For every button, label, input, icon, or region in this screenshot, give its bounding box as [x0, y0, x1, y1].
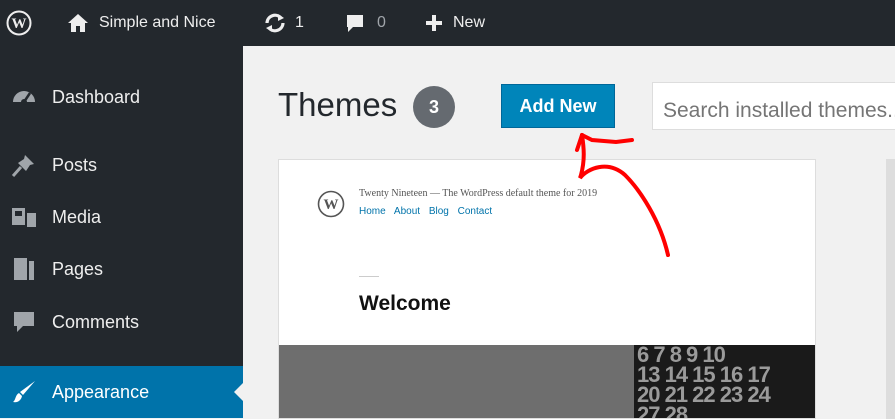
theme-nav-link: Home	[359, 206, 386, 217]
sidebar-item-label: Comments	[52, 311, 140, 332]
comments-count: 0	[377, 14, 386, 31]
admin-bar: W Simple and Nice 1 0 New	[0, 0, 895, 46]
svg-text:W: W	[12, 16, 27, 32]
new-content-link[interactable]: New	[425, 0, 485, 46]
admin-sidebar: Dashboard Posts Media Pages Comments App…	[0, 46, 243, 418]
comment-icon	[10, 308, 38, 336]
sidebar-item-label: Appearance	[52, 381, 150, 402]
site-name: Simple and Nice	[99, 14, 216, 31]
sidebar-item-label: Pages	[52, 258, 104, 279]
new-label: New	[453, 14, 486, 31]
pages-icon	[10, 255, 38, 283]
wordpress-logo-icon: W	[6, 10, 32, 36]
theme-card-twenty-nineteen[interactable]: W Twenty Nineteen — The WordPress defaul…	[278, 159, 816, 419]
main-content: Themes 3 Add New W Twenty Nineteen — The…	[243, 46, 895, 419]
wordpress-logo-icon: W	[317, 190, 345, 218]
home-icon	[68, 14, 88, 32]
site-name-link[interactable]: Simple and Nice	[67, 0, 216, 46]
updates-count: 1	[295, 14, 304, 31]
divider	[359, 276, 379, 277]
svg-text:W: W	[324, 197, 339, 213]
theme-featured-image: 6 7 8 9 10 13 14 15 16 17 20 21 22 23 24 27…	[279, 342, 815, 419]
sidebar-item-label: Dashboard	[52, 86, 141, 107]
updates-icon	[265, 13, 285, 33]
next-theme-card-edge	[886, 159, 895, 419]
dashboard-icon	[10, 83, 38, 111]
add-new-button[interactable]: Add New	[501, 84, 615, 128]
page-title: Themes	[278, 86, 398, 123]
sidebar-item-label: Media	[52, 206, 102, 227]
theme-welcome-heading: Welcome	[359, 292, 451, 315]
media-icon	[10, 203, 38, 231]
search-themes-input[interactable]	[652, 82, 895, 130]
sidebar-item-label: Posts	[52, 154, 98, 175]
updates-link[interactable]: 1	[263, 0, 304, 46]
sidebar-item-appearance[interactable]: Appearance	[0, 366, 243, 418]
pin-icon	[10, 151, 38, 179]
sidebar-item-dashboard[interactable]: Dashboard	[0, 71, 243, 123]
sidebar-item-pages[interactable]: Pages	[0, 243, 243, 295]
theme-nav-link: About	[393, 206, 421, 217]
theme-tagline: Twenty Nineteen — The WordPress default …	[359, 188, 598, 199]
theme-count-badge: 3	[413, 86, 455, 128]
paintbrush-icon	[10, 378, 38, 406]
sidebar-item-comments[interactable]: Comments	[0, 296, 243, 348]
sidebar-item-posts[interactable]: Posts	[0, 139, 243, 191]
calendar-numbers: 6 7 8 9 10 13 14 15 16 17 20 21 22 23 24 27…	[637, 342, 771, 419]
theme-nav: Home About Blog Contact	[359, 206, 498, 217]
plus-icon	[426, 15, 442, 31]
comments-link[interactable]: 0	[345, 0, 386, 46]
comment-bubble-icon	[347, 15, 363, 32]
theme-nav-link: Blog	[428, 206, 449, 217]
sidebar-item-media[interactable]: Media	[0, 191, 243, 243]
theme-nav-link: Contact	[457, 206, 493, 217]
wordpress-logo-menu[interactable]: W	[6, 0, 32, 46]
